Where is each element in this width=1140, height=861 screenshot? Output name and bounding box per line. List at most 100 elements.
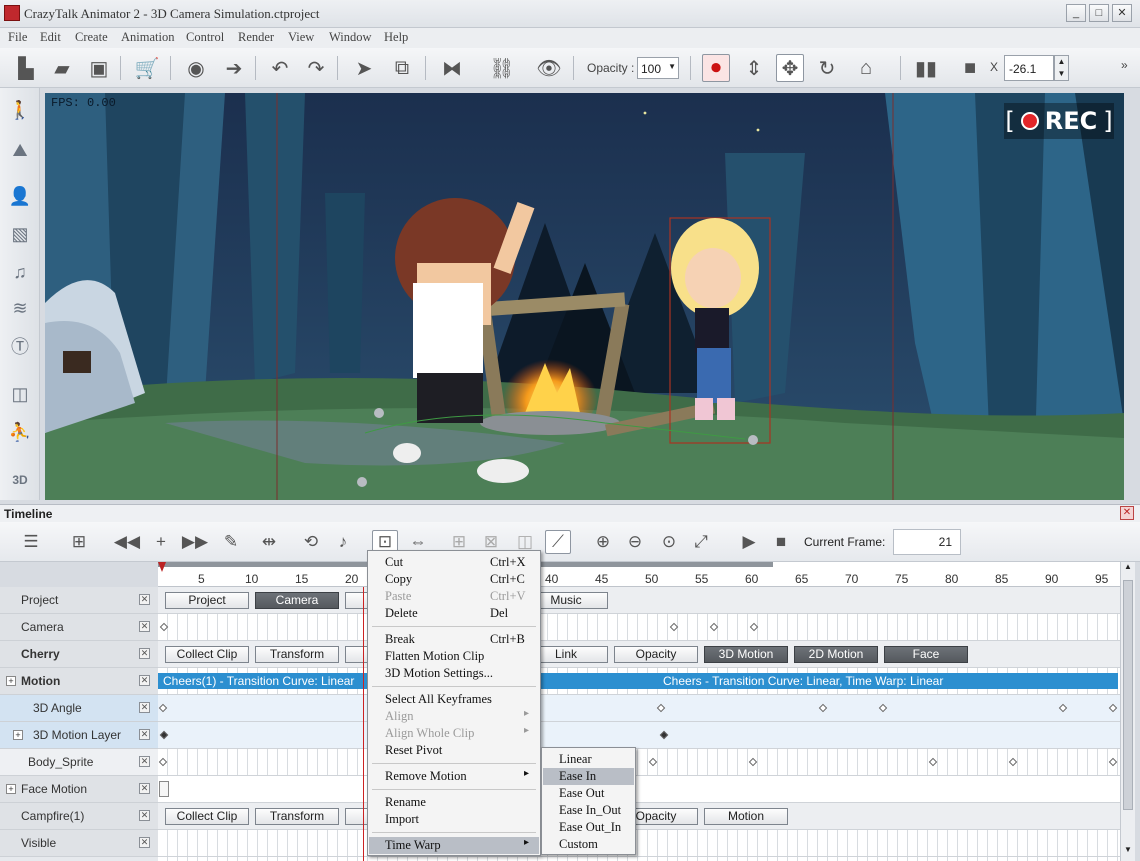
audio-wave-icon[interactable]: ≋ — [6, 294, 34, 322]
track-cherry[interactable]: Cherry ✕ — [0, 641, 158, 668]
time-warp-linear[interactable]: Linear — [543, 751, 634, 768]
export-icon[interactable]: ➔ — [220, 54, 248, 82]
close-icon[interactable]: ✕ — [139, 594, 150, 605]
2d-motion-button[interactable]: 2D Motion — [794, 646, 878, 663]
keyframe[interactable] — [648, 757, 658, 767]
undo-icon[interactable]: ↶ — [266, 54, 294, 82]
project-clip-button[interactable]: Project — [165, 592, 249, 609]
menu-item-reset-pivot[interactable]: Reset Pivot — [369, 742, 539, 759]
menu-create[interactable]: Create — [75, 30, 108, 45]
flip-icon[interactable]: ⧓ — [438, 54, 466, 82]
keyframe[interactable] — [749, 622, 759, 632]
expand-icon[interactable]: + — [13, 730, 23, 740]
menu-edit[interactable]: Edit — [40, 30, 61, 45]
track-campfire[interactable]: Campfire(1) ✕ — [0, 803, 158, 830]
add-track-icon[interactable]: ⊞ — [66, 530, 92, 554]
close-icon[interactable]: ✕ — [139, 621, 150, 632]
menu-window[interactable]: Window — [329, 30, 372, 45]
time-warp-ease-out[interactable]: Ease Out — [543, 785, 634, 802]
camera-view-icon[interactable]: ▮▮ — [912, 54, 940, 82]
camera-clip-button[interactable]: Camera — [255, 592, 339, 609]
3d-icon[interactable]: 3D — [6, 466, 34, 494]
track-visible[interactable]: Visible ✕ — [0, 830, 158, 857]
camera-record-icon[interactable]: ⏺ — [702, 54, 730, 82]
scroll-thumb[interactable] — [1123, 580, 1133, 810]
transform-button[interactable]: Transform — [255, 646, 339, 663]
menu-item-remove-motion[interactable]: Remove Motion ▸ — [369, 768, 539, 785]
rotate-icon[interactable]: ↻ — [813, 54, 841, 82]
track-face-motion[interactable]: + Face Motion ✕ — [0, 776, 158, 803]
text-bubble-icon[interactable]: Ⓣ — [6, 332, 34, 360]
keyframe[interactable] — [159, 730, 169, 740]
save-icon[interactable]: ▣ — [85, 54, 113, 82]
close-icon[interactable]: ✕ — [139, 648, 150, 659]
music-icon[interactable]: ♫ — [6, 258, 34, 286]
keyframe[interactable] — [928, 757, 938, 767]
actor-icon[interactable]: 🚶 — [6, 96, 34, 124]
home-icon[interactable]: ⌂ — [852, 54, 880, 82]
menu-item-break[interactable]: Break Ctrl+B — [369, 631, 539, 648]
x-value-input[interactable]: -26.1 — [1004, 55, 1054, 81]
menu-item-rename[interactable]: Rename — [369, 794, 539, 811]
opacity-select[interactable]: 100 ▼ — [637, 57, 679, 79]
expand-icon[interactable]: + — [6, 784, 16, 794]
select-arrow-icon[interactable]: ➤ — [350, 54, 378, 82]
minimize-button[interactable]: _ — [1066, 4, 1086, 22]
menu-view[interactable]: View — [288, 30, 314, 45]
visibility-eye-icon[interactable]: 👁 — [535, 54, 563, 82]
menu-animation[interactable]: Animation — [121, 30, 174, 45]
music-note-icon[interactable]: ♪ — [330, 530, 356, 554]
preview-icon[interactable]: ◉ — [182, 54, 210, 82]
face-clip-marker[interactable] — [159, 781, 169, 797]
zoom-fit-icon[interactable]: ⊙ — [656, 530, 682, 554]
keyframe[interactable] — [818, 703, 828, 713]
track-list-icon[interactable]: ☰ — [18, 530, 44, 554]
menu-render[interactable]: Render — [238, 30, 274, 45]
add-key-icon[interactable]: + — [148, 530, 174, 554]
menu-item-import[interactable]: Import — [369, 811, 539, 828]
close-icon[interactable]: ✕ — [139, 837, 150, 848]
prop-icon[interactable]: ⛰ — [6, 136, 34, 164]
menu-item-paste[interactable]: Paste Ctrl+V — [369, 588, 539, 605]
menu-item-flatten-motion-clip[interactable]: Flatten Motion Clip — [369, 648, 539, 665]
zoom-in-icon[interactable]: ⊕ — [590, 530, 616, 554]
new-file-icon[interactable]: ▙ — [12, 54, 40, 82]
menu-item-align[interactable]: Align ▸ — [369, 708, 539, 725]
keyframe[interactable] — [1108, 703, 1118, 713]
close-icon[interactable]: ✕ — [139, 729, 150, 740]
scroll-down-icon[interactable]: ▼ — [1122, 845, 1134, 859]
close-icon[interactable]: ✕ — [139, 783, 150, 794]
track-project[interactable]: Project ✕ — [0, 587, 158, 614]
close-icon[interactable]: ✕ — [139, 675, 150, 686]
video-camera-icon[interactable]: ■ — [956, 54, 984, 82]
next-key-icon[interactable]: ▶▶ — [182, 530, 208, 554]
motion-clip-2[interactable]: Cheers - Transition Curve: Linear, Time … — [658, 673, 1118, 689]
keyframe[interactable] — [1108, 757, 1118, 767]
keyframe[interactable] — [159, 622, 169, 632]
menu-item-delete[interactable]: Delete Del — [369, 605, 539, 622]
bone-icon[interactable]: ⛹ — [6, 418, 34, 446]
expand-icon[interactable]: + — [6, 676, 16, 686]
motion-button[interactable]: Motion — [704, 808, 788, 825]
character-icon[interactable]: 👤 — [6, 182, 34, 210]
content-store-icon[interactable]: 🛒 — [133, 54, 161, 82]
menu-item-align-whole-clip[interactable]: Align Whole Clip ▸ — [369, 725, 539, 742]
edit-key-icon[interactable]: ✎ — [218, 530, 244, 554]
time-warp-custom[interactable]: Custom — [543, 836, 634, 853]
fullscreen-icon[interactable]: ⤢ — [688, 530, 714, 554]
menu-item-3d-motion-settings[interactable]: 3D Motion Settings... — [369, 665, 539, 682]
track-motion[interactable]: + Motion ✕ — [0, 668, 158, 695]
keyframe[interactable] — [1058, 703, 1068, 713]
duplicate-icon[interactable]: ⧉ — [388, 54, 416, 82]
keyframe[interactable] — [709, 622, 719, 632]
scroll-up-icon[interactable]: ▲ — [1122, 562, 1134, 576]
redo-icon[interactable]: ↷ — [302, 54, 330, 82]
close-button[interactable]: ✕ — [1112, 4, 1132, 22]
zoom-out-icon[interactable]: ⊖ — [622, 530, 648, 554]
track-3d-motion-layer[interactable]: +3D Motion Layer ✕ — [0, 722, 158, 749]
opacity-button[interactable]: Opacity — [614, 646, 698, 663]
time-warp-ease-out-in[interactable]: Ease Out_In — [543, 819, 634, 836]
move-vertical-icon[interactable]: ⇕ — [740, 54, 768, 82]
current-frame-input[interactable]: 21 — [893, 529, 961, 555]
time-warp-ease-in[interactable]: Ease In — [543, 768, 634, 785]
